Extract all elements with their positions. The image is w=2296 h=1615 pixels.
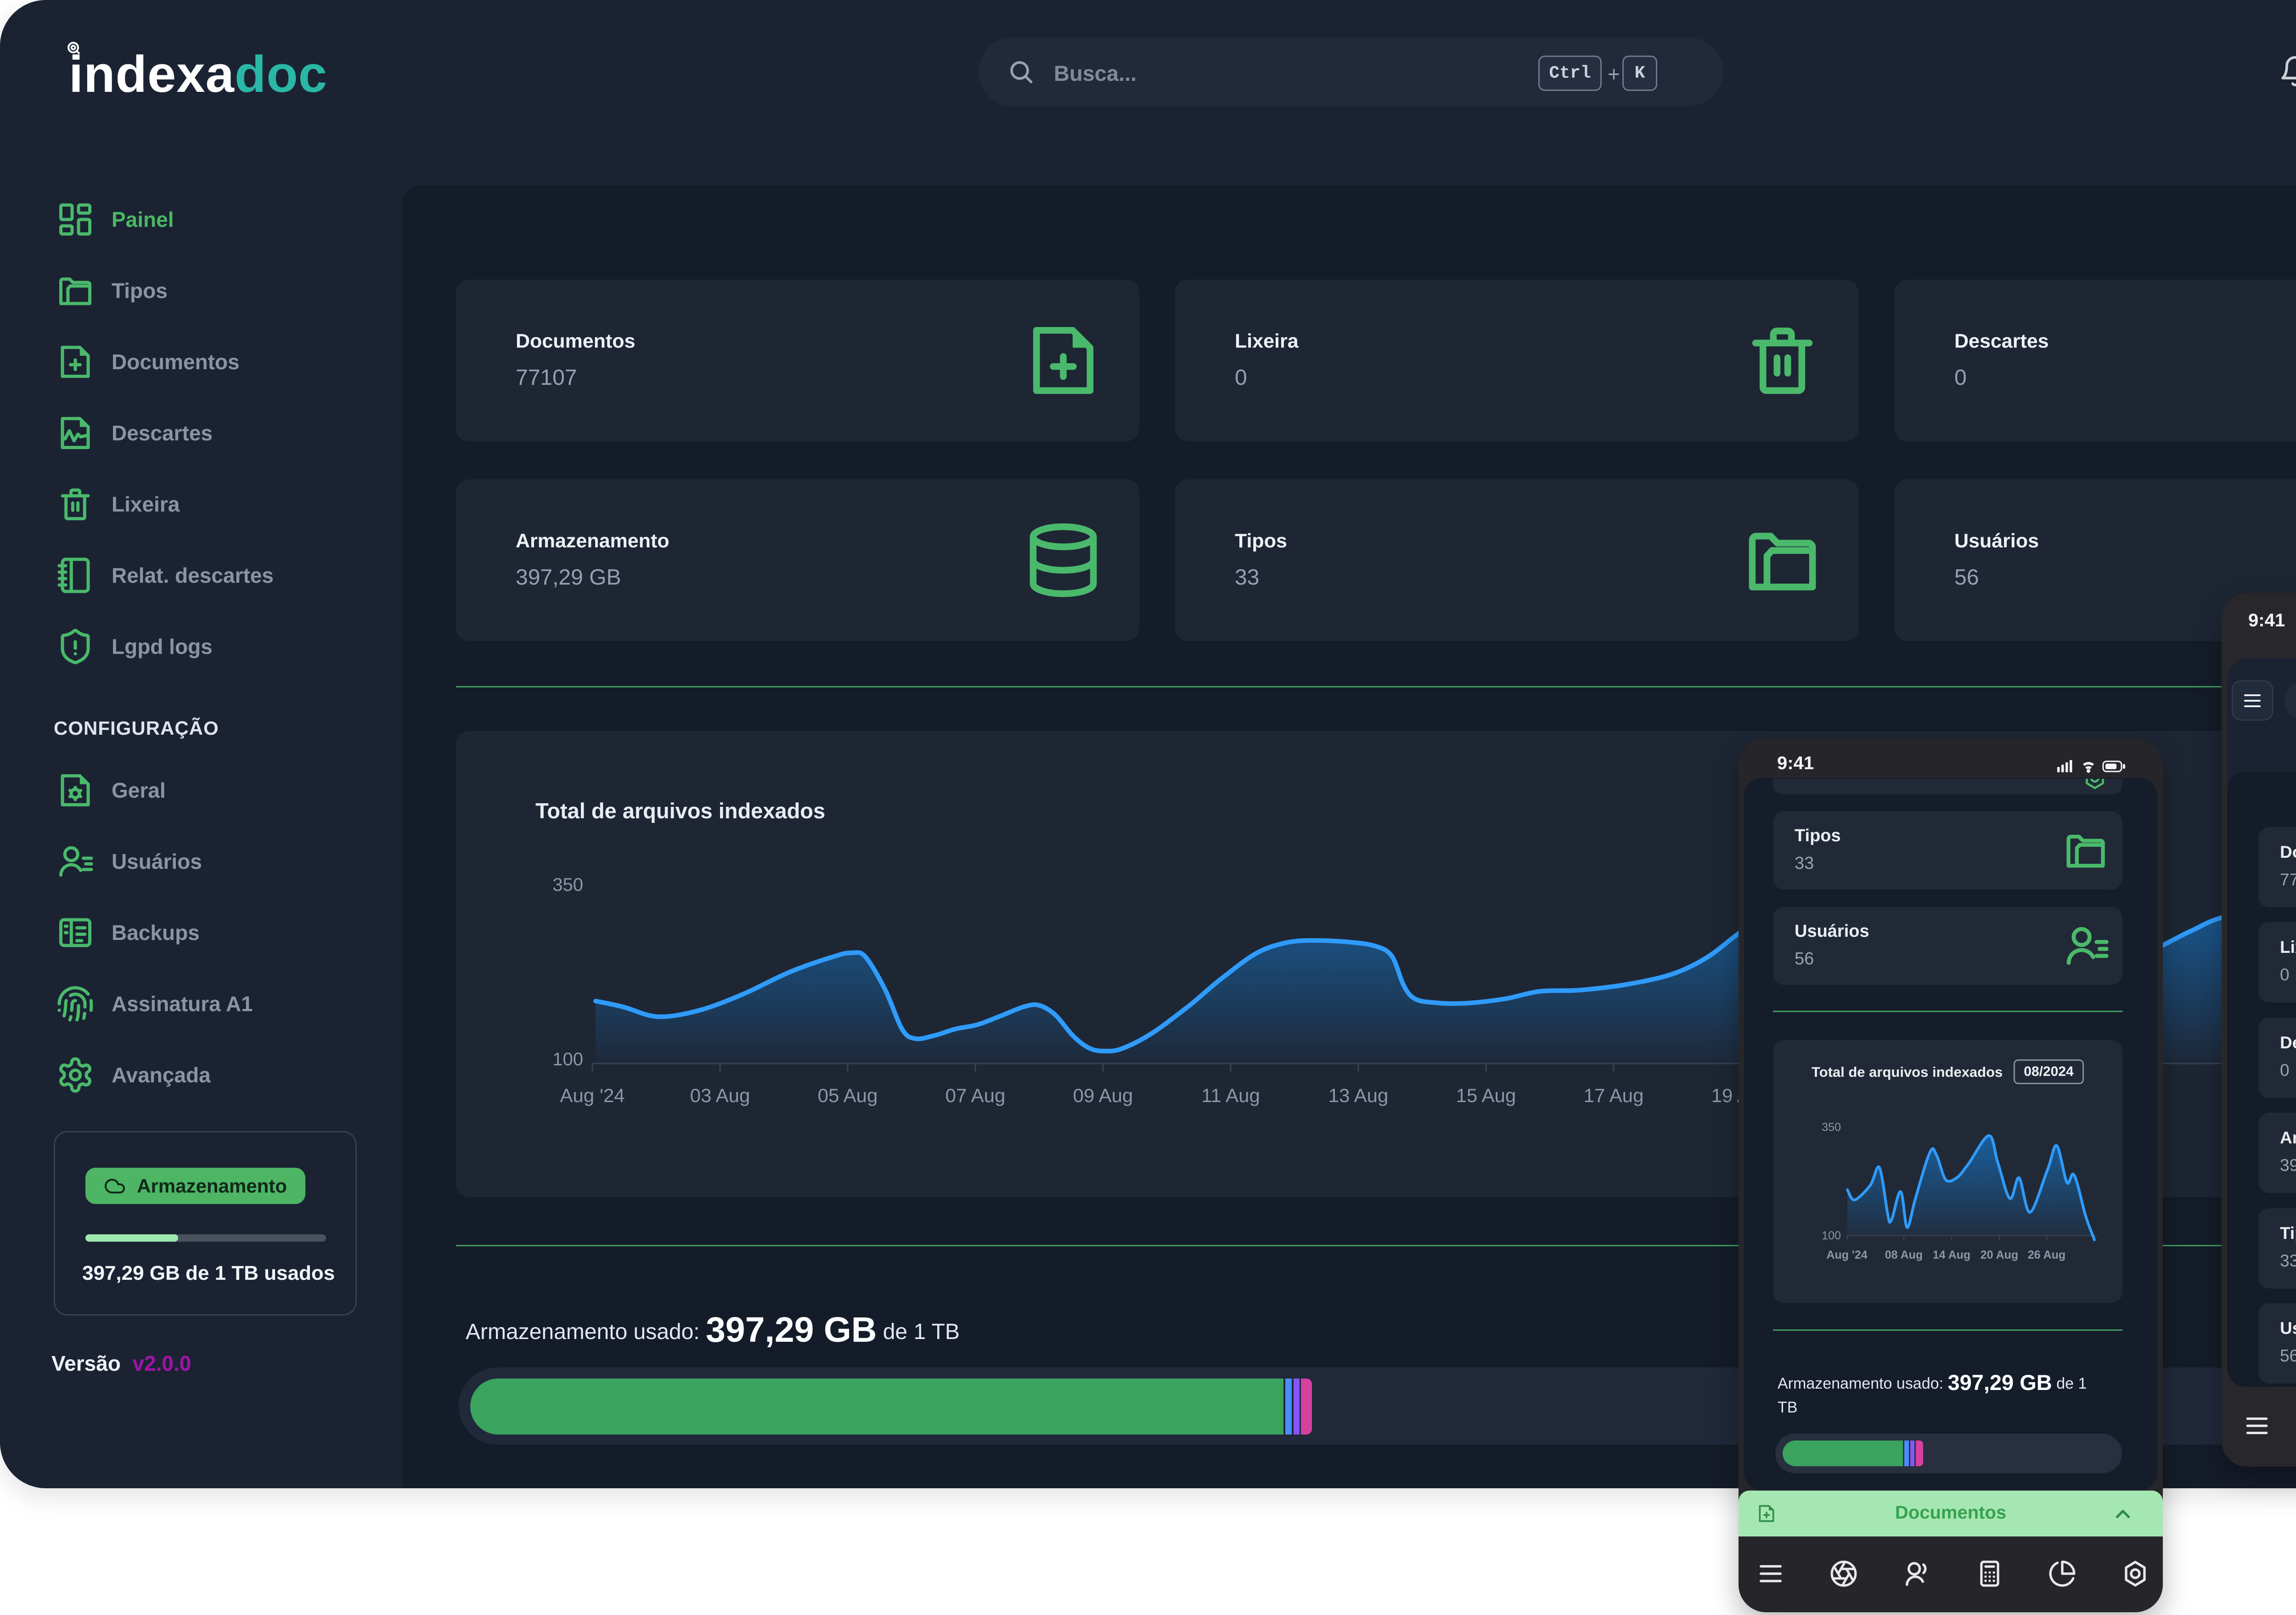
svg-text:07 Aug: 07 Aug — [945, 1085, 1006, 1106]
svg-text:08 Aug: 08 Aug — [1885, 1249, 1923, 1261]
svg-text:03 Aug: 03 Aug — [690, 1085, 750, 1106]
svg-text:100: 100 — [1822, 1229, 1841, 1242]
svg-text:15 Aug: 15 Aug — [1456, 1085, 1516, 1106]
svg-text:09 Aug: 09 Aug — [1073, 1085, 1133, 1106]
svg-text:350: 350 — [1822, 1121, 1841, 1134]
svg-text:11 Aug: 11 Aug — [1201, 1085, 1260, 1106]
svg-text:05 Aug: 05 Aug — [818, 1085, 878, 1106]
svg-text:Aug '24: Aug '24 — [560, 1085, 625, 1106]
svg-text:17 Aug: 17 Aug — [1584, 1085, 1644, 1106]
svg-text:350: 350 — [552, 875, 583, 895]
svg-text:Aug '24: Aug '24 — [1826, 1249, 1867, 1261]
svg-text:100: 100 — [552, 1049, 583, 1069]
svg-text:14 Aug: 14 Aug — [1933, 1249, 1970, 1261]
svg-text:20 Aug: 20 Aug — [1981, 1249, 2018, 1261]
svg-text:13 Aug: 13 Aug — [1328, 1085, 1389, 1106]
svg-text:26 Aug: 26 Aug — [2028, 1249, 2065, 1261]
